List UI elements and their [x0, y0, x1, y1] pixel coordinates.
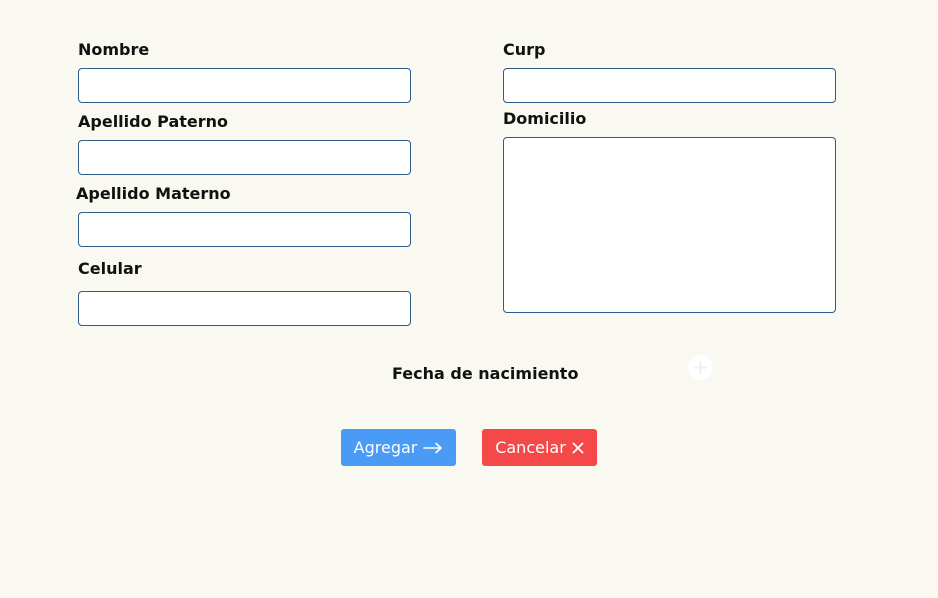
- plus-icon: [694, 361, 707, 374]
- apellido-materno-label: Apellido Materno: [76, 184, 231, 203]
- agregar-button[interactable]: Agregar: [341, 429, 456, 466]
- celular-label: Celular: [78, 259, 142, 278]
- cancelar-button[interactable]: Cancelar: [482, 429, 597, 466]
- nombre-label: Nombre: [78, 40, 150, 59]
- close-icon: [572, 442, 584, 454]
- plus-circle-icon[interactable]: [688, 355, 713, 380]
- cancelar-button-label: Cancelar: [495, 438, 566, 457]
- celular-input[interactable]: [78, 291, 411, 326]
- nombre-input[interactable]: [78, 68, 411, 103]
- apellido-paterno-label: Apellido Paterno: [78, 112, 229, 131]
- domicilio-label: Domicilio: [503, 109, 587, 128]
- arrow-right-icon: [423, 442, 443, 454]
- fecha-nacimiento-label: Fecha de nacimiento: [392, 364, 579, 383]
- agregar-button-label: Agregar: [353, 438, 418, 457]
- curp-label: Curp: [503, 40, 546, 59]
- apellido-paterno-input[interactable]: [78, 140, 411, 175]
- curp-input[interactable]: [503, 68, 836, 103]
- apellido-materno-input[interactable]: [78, 212, 411, 247]
- domicilio-textarea[interactable]: [503, 137, 836, 313]
